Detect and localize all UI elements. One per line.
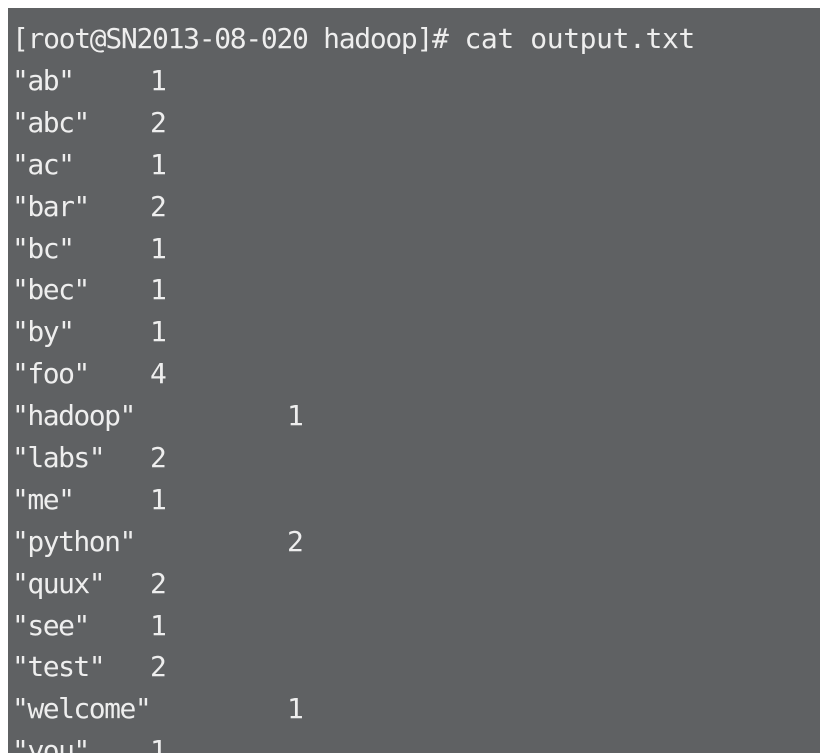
output-word: "welcome" <box>12 692 152 726</box>
output-line: "ab" 1 <box>12 60 812 102</box>
output-line: "foo" 4 <box>12 353 812 395</box>
output-word: "quux" <box>12 566 106 600</box>
output-line: "me" 1 <box>12 479 812 521</box>
shell-prompt: [root@SN2013-08-020 hadoop]# <box>12 22 449 55</box>
output-line: "hadoop" 1 <box>12 395 812 437</box>
output-count: 1 <box>150 315 167 349</box>
output-count: 1 <box>150 64 167 97</box>
output-word: "by" <box>12 315 75 349</box>
output-word: "me" <box>12 482 75 516</box>
terminal-window[interactable]: [root@SN2013-08-020 hadoop]# cat output.… <box>8 8 820 753</box>
output-line: "welcome" 1 <box>12 688 812 730</box>
output-count: 2 <box>150 189 167 223</box>
output-word: "foo" <box>12 357 90 391</box>
output-count: 2 <box>150 650 167 684</box>
output-line: "see" 1 <box>12 605 812 647</box>
output-count: 2 <box>150 566 167 600</box>
output-count: 1 <box>287 399 304 433</box>
output-count: 1 <box>150 147 167 181</box>
output-count: 2 <box>150 105 167 139</box>
output-word: "you" <box>12 734 90 753</box>
output-word: "ac" <box>12 147 75 181</box>
output-line: "quux" 2 <box>12 563 812 605</box>
command-output: "ab" 1 "abc" 2 "ac" 1 "bar" 2 "bc" 1 "bec" 1 "by" 1 "f… <box>12 60 812 753</box>
output-word: "labs" <box>12 441 106 475</box>
command-line: [root@SN2013-08-020 hadoop]# cat output.… <box>12 18 695 60</box>
output-word: "hadoop" <box>12 399 136 433</box>
output-word: "python" <box>12 524 136 558</box>
output-line: "bec" 1 <box>12 269 812 311</box>
output-line: "you" 1 <box>12 730 812 753</box>
output-word: "bc" <box>12 231 75 265</box>
output-line: "bc" 1 <box>12 228 812 270</box>
output-count: 2 <box>150 441 167 475</box>
output-count: 1 <box>150 482 167 516</box>
output-count: 1 <box>150 608 167 642</box>
output-word: "ab" <box>12 64 75 97</box>
output-count: 4 <box>150 357 167 391</box>
output-count: 1 <box>150 273 167 307</box>
output-word: "see" <box>12 608 90 642</box>
output-count: 1 <box>150 231 167 265</box>
output-line: "abc" 2 <box>12 102 812 144</box>
output-line: "ac" 1 <box>12 144 812 186</box>
output-count: 1 <box>150 734 167 753</box>
output-line: "test" 2 <box>12 646 812 688</box>
output-line: "python" 2 <box>12 521 812 563</box>
command-text: cat output.txt <box>464 22 695 55</box>
output-word: "bar" <box>12 189 90 223</box>
output-line: "by" 1 <box>12 311 812 353</box>
output-word: "test" <box>12 650 106 684</box>
output-word: "abc" <box>12 105 90 139</box>
output-line: "bar" 2 <box>12 186 812 228</box>
output-count: 2 <box>287 524 304 558</box>
output-line: "labs" 2 <box>12 437 812 479</box>
output-word: "bec" <box>12 273 90 307</box>
output-count: 1 <box>287 692 304 726</box>
